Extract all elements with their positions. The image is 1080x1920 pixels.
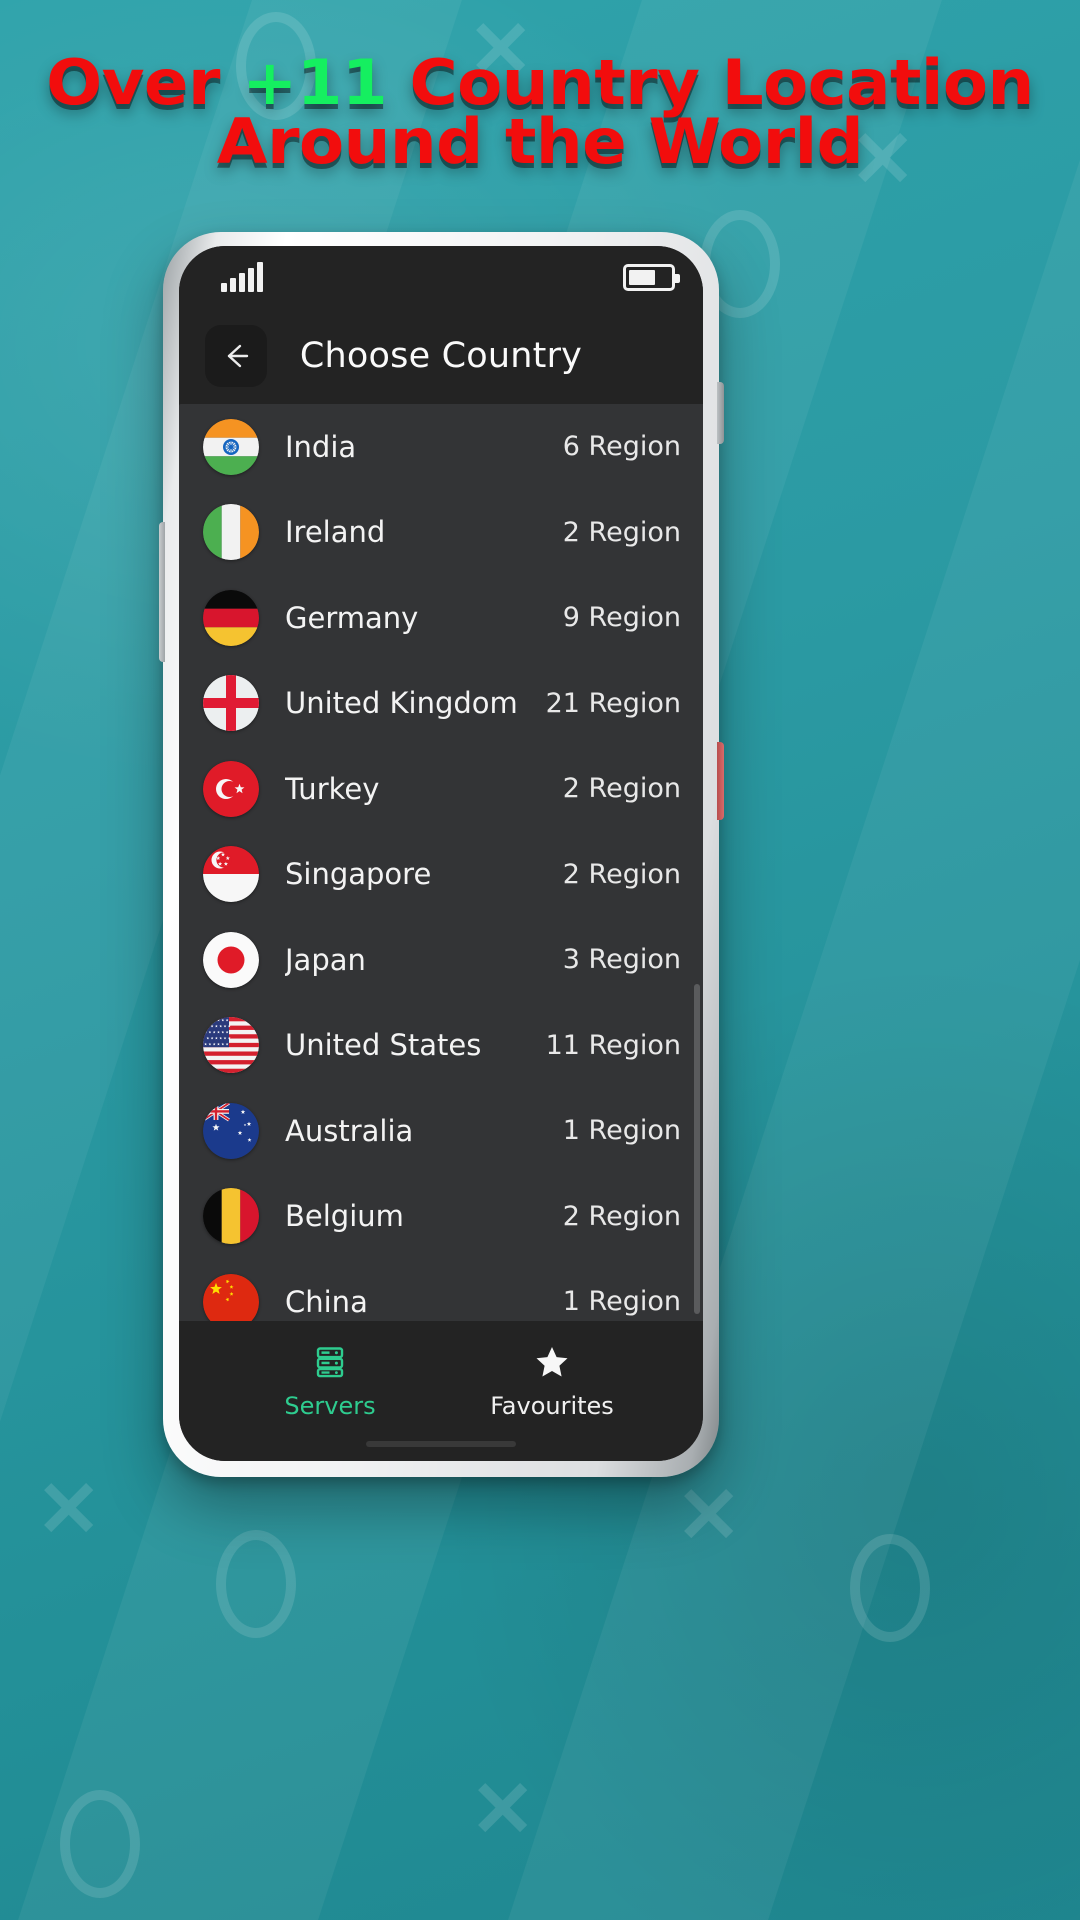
country-row[interactable]: Japan 3 Region [179, 917, 703, 1003]
country-region-count: 1 Region [562, 1115, 681, 1147]
back-button[interactable] [205, 325, 267, 387]
promo-headline: Over +11 Country Location Around the Wor… [0, 52, 1080, 178]
country-row[interactable]: Singapore 2 Region [179, 832, 703, 918]
decorative-x-icon: ✕ [676, 1471, 742, 1559]
country-region-count: 6 Region [562, 431, 681, 463]
decorative-o-icon [216, 1530, 296, 1638]
flag-ireland-icon [203, 504, 259, 561]
app-bar: Choose Country [179, 308, 703, 404]
decorative-o-icon [60, 1790, 140, 1898]
arrow-left-icon [227, 344, 249, 368]
country-name: Germany [285, 600, 419, 635]
country-name: Japan [285, 942, 366, 977]
battery-icon [623, 263, 680, 291]
country-row[interactable]: Turkey 2 Region [179, 746, 703, 832]
country-row[interactable]: United Kingdom 21 Region [179, 661, 703, 747]
nav-item-favourites[interactable]: Favourites [477, 1341, 627, 1420]
nav-label-favourites: Favourites [490, 1391, 614, 1420]
flag-india-icon [203, 418, 259, 475]
country-name: Turkey [285, 771, 380, 806]
flag-united-states-icon [203, 1017, 259, 1074]
flag-japan-icon [203, 931, 259, 988]
country-row[interactable]: Ireland 2 Region [179, 490, 703, 576]
country-row[interactable]: Australia 1 Region [179, 1088, 703, 1174]
country-region-count: 9 Region [562, 602, 681, 634]
country-region-count: 2 Region [562, 516, 681, 548]
country-row[interactable]: United States 11 Region [179, 1003, 703, 1089]
country-name: China [285, 1284, 368, 1319]
country-name: United States [285, 1028, 482, 1063]
country-name: India [285, 429, 357, 464]
decorative-x-icon: ✕ [36, 1465, 102, 1553]
country-name: Ireland [285, 515, 386, 550]
country-row[interactable]: Germany 9 Region [179, 575, 703, 661]
promo-headline-line-2: Around the World [216, 104, 864, 178]
flag-singapore-icon [203, 846, 259, 903]
country-region-count: 2 Region [562, 773, 681, 805]
flag-china-icon [203, 1273, 259, 1321]
country-region-count: 2 Region [562, 858, 681, 890]
country-region-count: 2 Region [562, 1200, 681, 1232]
country-region-count: 21 Region [545, 687, 681, 719]
phone-mockup: Choose Country India 6 Region Ireland 2 Reg… [159, 232, 724, 1477]
flag-turkey-icon [203, 760, 259, 817]
bottom-navigation: Servers Favourites [179, 1321, 703, 1461]
flag-united-kingdom-icon [203, 675, 259, 732]
country-list-container[interactable]: India 6 Region Ireland 2 Region Germany 9 Reg… [179, 404, 703, 1321]
star-icon [532, 1341, 572, 1383]
country-list: India 6 Region Ireland 2 Region Germany 9 Reg… [179, 404, 703, 1321]
country-row[interactable]: China 1 Region [179, 1259, 703, 1321]
status-bar [179, 246, 703, 308]
country-region-count: 3 Region [562, 944, 681, 976]
country-name: Australia [285, 1113, 414, 1148]
flag-australia-icon [203, 1102, 259, 1159]
flag-belgium-icon [203, 1188, 259, 1245]
phone-side-button [717, 382, 724, 444]
country-row[interactable]: Belgium 2 Region [179, 1174, 703, 1260]
scrollbar[interactable] [694, 984, 700, 1314]
decorative-x-icon: ✕ [470, 1765, 536, 1853]
country-region-count: 11 Region [545, 1029, 681, 1061]
flag-germany-icon [203, 589, 259, 646]
signal-bars-icon [221, 262, 263, 292]
phone-screen: Choose Country India 6 Region Ireland 2 Reg… [179, 246, 703, 1461]
country-name: Singapore [285, 857, 432, 892]
promo-headline-prefix: Over [46, 46, 243, 119]
country-row[interactable]: India 6 Region [179, 404, 703, 490]
home-indicator [366, 1441, 516, 1447]
decorative-o-icon [850, 1534, 930, 1642]
nav-label-servers: Servers [284, 1391, 376, 1420]
nav-item-servers[interactable]: Servers [255, 1341, 405, 1420]
country-name: Belgium [285, 1199, 404, 1234]
country-name: United Kingdom [285, 686, 518, 721]
servers-icon [311, 1341, 349, 1383]
country-region-count: 1 Region [562, 1286, 681, 1318]
